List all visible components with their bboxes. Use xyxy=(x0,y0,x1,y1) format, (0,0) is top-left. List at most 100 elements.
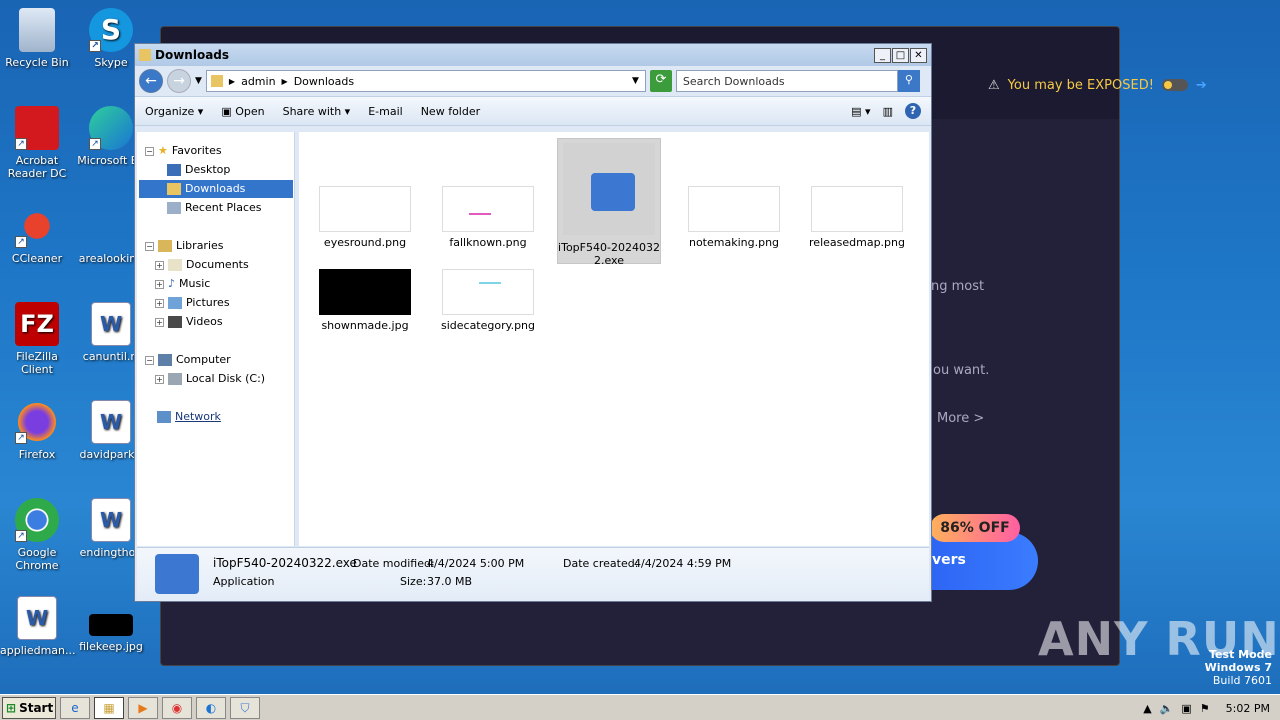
details-file-type: Application xyxy=(213,575,275,588)
nav-computer[interactable]: − Computer xyxy=(145,351,231,369)
nav-desktop[interactable]: Desktop xyxy=(167,161,230,179)
image-thumbnail-icon xyxy=(89,614,133,636)
exposed-alert[interactable]: ⚠ You may be EXPOSED! ➔ xyxy=(988,72,1212,98)
address-bar[interactable]: ▶ admin ▶ Downloads ▼ xyxy=(205,70,646,92)
preview-pane-icon[interactable]: ▥ xyxy=(883,105,893,118)
more-link[interactable]: More > xyxy=(937,411,984,426)
minimize-button[interactable]: _ xyxy=(874,47,891,63)
file-item[interactable]: eyesround.png xyxy=(313,186,417,249)
expand-icon[interactable]: + xyxy=(155,374,164,384)
desktop-icon-label: canuntil.rt xyxy=(82,350,140,363)
nav-libraries[interactable]: − Libraries xyxy=(145,237,224,255)
file-item[interactable]: shownmade.jpg xyxy=(313,269,417,332)
explorer-window: Downloads _ □ ✕ ← → ▼ ▶ admin ▶ Download… xyxy=(134,43,932,602)
desktop-icon-label: FileZilla Client xyxy=(16,350,58,376)
search-input[interactable]: Search Downloads xyxy=(675,70,898,92)
os-watermark: Test Mode Windows 7 Build 7601 xyxy=(1204,648,1272,687)
tray-expand-icon[interactable]: ▲ xyxy=(1143,702,1151,715)
forward-button[interactable]: → xyxy=(167,69,191,93)
expand-icon[interactable]: + xyxy=(155,260,164,270)
pictures-icon xyxy=(168,297,182,309)
details-file-name: iTopF540-20240322.exe xyxy=(213,556,357,570)
maximize-button[interactable]: □ xyxy=(892,47,909,63)
installer-package-icon xyxy=(563,143,655,235)
open-button[interactable]: ▣ Open xyxy=(221,105,264,118)
taskbar-ie-icon[interactable]: e xyxy=(60,696,90,719)
desktop-icon-acrobat[interactable]: ↗ Acrobat Reader DC xyxy=(0,106,74,180)
file-item[interactable]: fallknown.png xyxy=(436,186,540,249)
recycle-bin-icon xyxy=(19,8,55,52)
taskbar-media-player-icon[interactable]: ▶ xyxy=(128,696,158,719)
close-button[interactable]: ✕ xyxy=(910,47,927,63)
flag-icon[interactable]: ⚑ xyxy=(1200,702,1210,715)
image-thumbnail xyxy=(688,186,780,232)
back-button[interactable]: ← xyxy=(139,69,163,93)
desktop-icon-filekeep[interactable]: filekeep.jpg xyxy=(74,614,148,653)
desktop-icon-appliedman[interactable]: W appliedman... xyxy=(0,596,76,657)
nav-network[interactable]: Network xyxy=(157,408,221,426)
file-name: eyesround.png xyxy=(323,236,407,249)
skype-icon: S ↗ xyxy=(89,8,133,52)
email-button[interactable]: E-mail xyxy=(368,105,403,118)
chevron-right-icon: ▶ xyxy=(228,76,236,86)
app-text: ng most xyxy=(931,279,985,294)
start-button[interactable]: ⊞ Start xyxy=(2,696,56,719)
file-item[interactable]: sidecategory.png xyxy=(436,269,540,332)
expand-icon[interactable]: + xyxy=(155,317,164,327)
collapse-icon[interactable]: − xyxy=(145,146,154,156)
taskbar-chrome-icon[interactable]: ◉ xyxy=(162,696,192,719)
details-date-modified: 4/4/2024 5:00 PM xyxy=(427,557,525,570)
view-options-icon[interactable]: ▤ ▾ xyxy=(851,105,870,118)
network-tray-icon[interactable]: ▣ xyxy=(1181,702,1191,715)
nav-music[interactable]: + ♪ Music xyxy=(155,275,210,293)
chrome-icon: ↗ xyxy=(15,498,59,542)
desktop-icon-firefox[interactable]: ↗ Firefox xyxy=(0,400,74,461)
taskbar-explorer-icon[interactable]: ▦ xyxy=(94,696,124,719)
nav-favorites[interactable]: − ★ Favorites xyxy=(145,142,222,160)
file-item-selected[interactable]: iTopF540-2024032 2.exe xyxy=(557,138,661,267)
desktop-icon-ccleaner[interactable]: ↗ CCleaner xyxy=(0,204,74,265)
search-icon[interactable]: ⚲ xyxy=(897,70,920,92)
desktop-icon-label: Firefox xyxy=(18,448,56,461)
chevron-right-icon: ▶ xyxy=(281,76,288,86)
new-folder-button[interactable]: New folder xyxy=(421,105,480,118)
collapse-icon[interactable]: − xyxy=(145,241,154,251)
desktop-icon-label: appliedman... xyxy=(0,644,76,657)
title-bar[interactable]: Downloads _ □ ✕ xyxy=(135,44,931,66)
exposed-toggle[interactable] xyxy=(1161,79,1188,91)
collapse-icon[interactable]: − xyxy=(145,355,154,365)
clock[interactable]: 5:02 PM xyxy=(1226,702,1270,715)
file-item[interactable]: notemaking.png xyxy=(682,186,786,249)
chevron-down-icon[interactable]: ▼ xyxy=(632,76,639,86)
nav-documents[interactable]: + Documents xyxy=(155,256,249,274)
nav-downloads[interactable]: Downloads xyxy=(139,180,293,198)
exposed-text: You may be EXPOSED! xyxy=(1007,77,1154,93)
expand-icon[interactable]: + xyxy=(155,279,164,289)
share-with-button[interactable]: Share with ▾ xyxy=(283,105,351,118)
details-date-modified-label: Date modified: xyxy=(353,557,435,570)
desktop-icon-filezilla[interactable]: FZ FileZilla Client xyxy=(0,302,74,376)
volume-icon[interactable]: 🔈 xyxy=(1160,702,1174,715)
refresh-button[interactable]: ⟳ xyxy=(649,70,672,92)
breadcrumb-admin[interactable]: admin xyxy=(241,75,275,88)
taskbar-shield-app-icon[interactable]: ⛉ xyxy=(230,696,260,719)
help-icon[interactable]: ? xyxy=(905,103,921,119)
nav-videos[interactable]: + Videos xyxy=(155,313,223,331)
details-pane: iTopF540-20240322.exe Application Date m… xyxy=(137,547,929,601)
nav-pictures[interactable]: + Pictures xyxy=(155,294,230,312)
file-item[interactable]: releasedmap.png xyxy=(805,186,909,249)
taskbar-edge-icon[interactable]: ◐ xyxy=(196,696,226,719)
expand-icon[interactable]: + xyxy=(155,298,164,308)
desktop-icon-label: filekeep.jpg xyxy=(79,640,143,653)
file-thumbnail-icon xyxy=(89,204,133,248)
documents-icon xyxy=(168,259,182,271)
nav-local-disk[interactable]: + Local Disk (C:) xyxy=(155,370,265,388)
nav-recent-places[interactable]: Recent Places xyxy=(167,199,262,217)
acrobat-icon: ↗ xyxy=(15,106,59,150)
chevron-down-icon[interactable]: ▼ xyxy=(195,76,202,86)
organize-button[interactable]: Organize ▾ xyxy=(145,105,203,118)
desktop-icon-recycle-bin[interactable]: Recycle Bin xyxy=(0,8,74,69)
arrow-right-icon[interactable]: ➔ xyxy=(1196,78,1207,93)
desktop-icon-chrome[interactable]: ↗ Google Chrome xyxy=(0,498,74,572)
breadcrumb-downloads[interactable]: Downloads xyxy=(294,75,354,88)
